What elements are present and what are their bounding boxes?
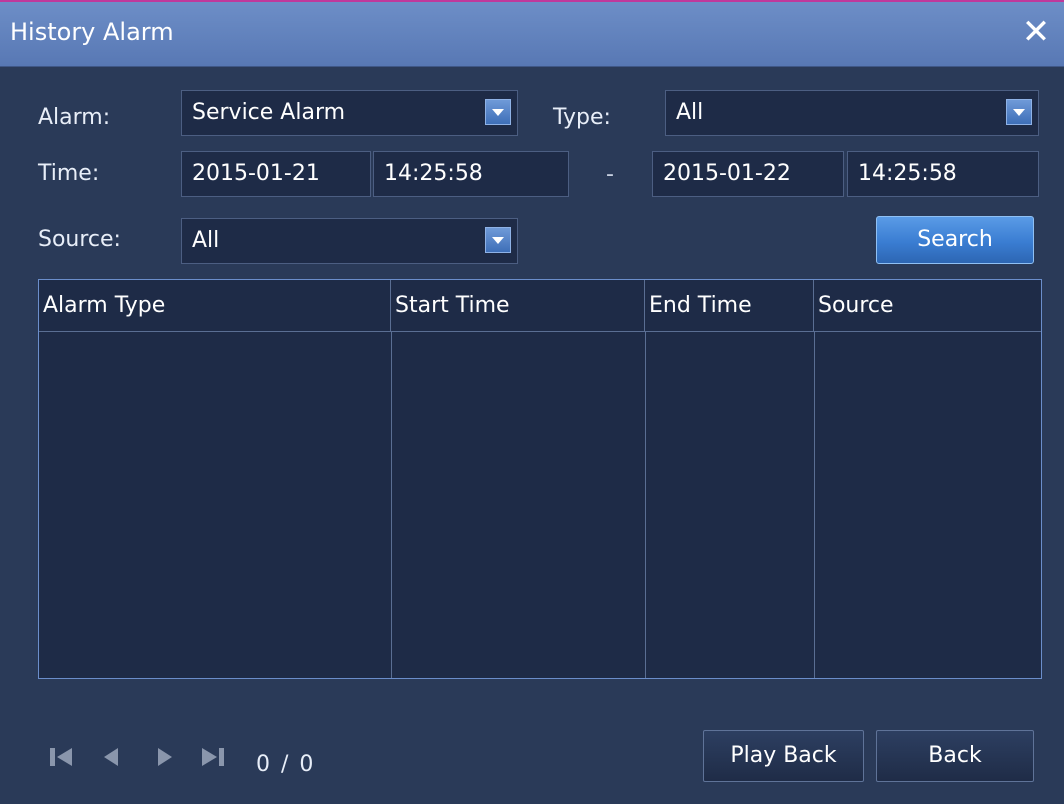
alarm-label: Alarm: bbox=[38, 105, 111, 130]
time-range-separator: - bbox=[606, 162, 614, 187]
window-title: History Alarm bbox=[10, 18, 174, 46]
alarm-select[interactable]: Service Alarm bbox=[181, 90, 518, 136]
source-label: Source: bbox=[38, 227, 121, 252]
column-divider bbox=[814, 332, 815, 678]
alarm-results-table: Alarm Type Start Time End Time Source bbox=[38, 279, 1042, 679]
alarm-select-value: Service Alarm bbox=[192, 100, 346, 125]
column-header-alarm-type[interactable]: Alarm Type bbox=[39, 280, 391, 332]
last-page-icon[interactable] bbox=[198, 745, 226, 769]
source-select-value: All bbox=[192, 228, 220, 253]
prev-page-icon[interactable] bbox=[98, 745, 126, 769]
column-divider bbox=[391, 332, 392, 678]
chevron-down-icon[interactable] bbox=[485, 99, 511, 125]
column-divider bbox=[645, 332, 646, 678]
end-time-input[interactable]: 14:25:58 bbox=[847, 151, 1039, 197]
first-page-icon[interactable] bbox=[48, 745, 76, 769]
next-page-icon[interactable] bbox=[150, 745, 178, 769]
type-label: Type: bbox=[553, 105, 611, 130]
chevron-down-icon[interactable] bbox=[485, 227, 511, 253]
close-icon: ✕ bbox=[1021, 12, 1051, 52]
type-select[interactable]: All bbox=[665, 90, 1039, 136]
column-header-end-time[interactable]: End Time bbox=[645, 280, 814, 332]
start-date-input[interactable]: 2015-01-21 bbox=[181, 151, 371, 197]
column-header-source[interactable]: Source bbox=[814, 280, 1041, 332]
history-alarm-window: History Alarm ✕ Alarm: Service Alarm Typ… bbox=[0, 0, 1064, 804]
search-button[interactable]: Search bbox=[876, 216, 1034, 264]
back-button[interactable]: Back bbox=[876, 730, 1034, 782]
end-date-value: 2015-01-22 bbox=[663, 161, 791, 186]
close-button[interactable]: ✕ bbox=[1018, 14, 1054, 50]
start-date-value: 2015-01-21 bbox=[192, 161, 320, 186]
type-select-value: All bbox=[676, 100, 704, 125]
end-date-input[interactable]: 2015-01-22 bbox=[652, 151, 844, 197]
source-select[interactable]: All bbox=[181, 218, 518, 264]
time-label: Time: bbox=[38, 161, 100, 186]
title-bar: History Alarm ✕ bbox=[0, 2, 1064, 67]
start-time-value: 14:25:58 bbox=[384, 161, 483, 186]
end-time-value: 14:25:58 bbox=[858, 161, 957, 186]
play-back-button[interactable]: Play Back bbox=[703, 730, 864, 782]
start-time-input[interactable]: 14:25:58 bbox=[373, 151, 569, 197]
chevron-down-icon[interactable] bbox=[1006, 99, 1032, 125]
page-indicator: 0 / 0 bbox=[256, 752, 316, 777]
column-header-start-time[interactable]: Start Time bbox=[391, 280, 645, 332]
